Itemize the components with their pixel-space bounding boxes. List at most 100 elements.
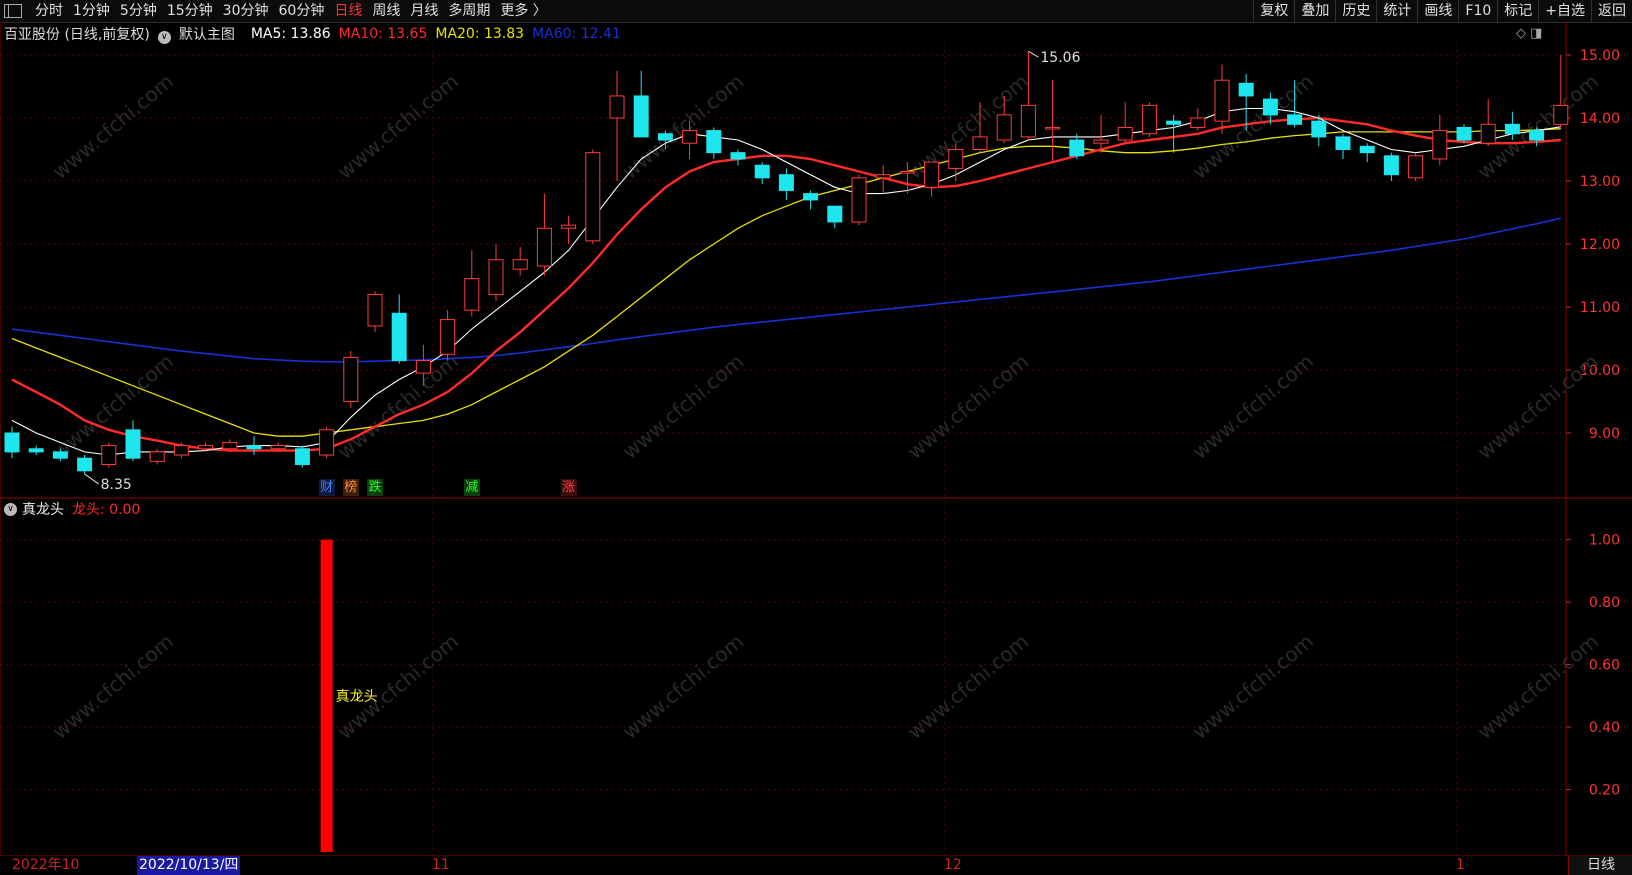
candle-body [101, 445, 117, 466]
candle-body [1504, 123, 1520, 135]
candle-body [1020, 104, 1036, 138]
date-nov: 11 [432, 857, 450, 873]
candle-body [561, 224, 577, 229]
sub-ytick-label: 0.60 [1589, 658, 1620, 674]
event-tag-0[interactable]: 财 [318, 479, 335, 496]
date-cursor: 2022/10/13/四 [137, 856, 241, 875]
watermark: www.cfchi.com [618, 629, 748, 744]
watermark: www.cfchi.com [48, 629, 178, 744]
event-tag-2[interactable]: 跌 [367, 479, 383, 496]
sub-ytick-label: 1.00 [1589, 533, 1620, 549]
candle-body [173, 445, 189, 456]
candle-body [996, 114, 1012, 141]
event-tag-3[interactable]: 减 [463, 479, 480, 496]
date-axis: 2022年10 2022/10/13/四 11 12 1 [0, 856, 1568, 875]
ma10-line [11, 116, 1561, 452]
candle-body [875, 174, 891, 179]
sub-ytick-label: 0.80 [1589, 595, 1620, 611]
main-ytick-label: 14.00 [1580, 111, 1620, 127]
candle-body [924, 161, 940, 188]
candle-body [1311, 120, 1327, 138]
candle-body [391, 312, 407, 362]
high-label: 15.06 [1040, 50, 1080, 66]
watermark: www.cfchi.com [1188, 629, 1318, 744]
watermark: www.cfchi.com [1188, 349, 1318, 464]
candle-body [1190, 117, 1206, 128]
candle-body [1432, 130, 1448, 160]
candle-body [1335, 136, 1351, 150]
candle-body [512, 259, 528, 270]
candle-body [1238, 82, 1254, 97]
candle-body [343, 356, 359, 402]
candle-body [803, 193, 819, 201]
kline-chart[interactable]: 15.0014.0013.0012.0011.0010.009.001.000.… [0, 0, 1632, 875]
candle-body [1262, 98, 1278, 116]
candle-body [294, 448, 310, 465]
candle-body [222, 441, 238, 450]
candle-body [440, 319, 456, 355]
candle-body [851, 177, 867, 223]
candle-body [948, 149, 964, 169]
main-ytick-label: 9.00 [1589, 426, 1620, 442]
ma60-line [11, 217, 1561, 363]
candle-body [28, 448, 44, 453]
candle-body [1045, 126, 1061, 130]
candle-body [585, 152, 601, 242]
candle-body [827, 205, 843, 223]
watermark: www.cfchi.com [333, 69, 463, 184]
period-label[interactable]: 日线 [1568, 856, 1632, 875]
low-label: 8.35 [101, 477, 132, 493]
date-jan: 1 [1456, 857, 1465, 873]
ma5-line [11, 107, 1561, 456]
candle-body [1553, 104, 1569, 125]
main-ytick-label: 13.00 [1580, 174, 1620, 190]
candle-body [754, 164, 770, 179]
candle-body [1141, 104, 1157, 135]
dragon-head-bar [320, 539, 333, 852]
candle-body [52, 451, 68, 459]
candle-body [319, 429, 335, 456]
candle-body [1214, 79, 1230, 122]
candle-body [4, 432, 20, 453]
dragon-head-label: 真龙头 [336, 689, 378, 705]
main-ytick-label: 15.00 [1580, 48, 1620, 64]
candle-body [1480, 123, 1496, 144]
candle-body [270, 445, 286, 450]
candle-body [1408, 155, 1424, 179]
main-ytick-label: 12.00 [1580, 237, 1620, 253]
high-pointer [1028, 50, 1039, 58]
candle-body [125, 429, 141, 459]
event-tag-1[interactable]: 榜 [342, 479, 359, 496]
watermark: www.cfchi.com [48, 69, 178, 184]
candle-body [972, 136, 988, 150]
candle-body [899, 171, 915, 174]
candle-body [367, 293, 383, 327]
candle-body [682, 130, 698, 144]
candle-body [1456, 126, 1472, 141]
watermark: www.cfchi.com [903, 349, 1033, 464]
date-start: 2022年10 [12, 857, 80, 873]
candle-body [1529, 130, 1545, 141]
candle-body [609, 95, 625, 119]
candle-body [77, 457, 93, 472]
candle-body [1359, 145, 1375, 154]
candle-body [1093, 139, 1109, 144]
candle-body [1069, 139, 1085, 157]
watermark: www.cfchi.com [1473, 349, 1603, 464]
date-dec: 12 [944, 857, 962, 873]
candle-body [730, 152, 746, 160]
candle-body [1383, 155, 1399, 176]
candle-body [246, 445, 262, 450]
candle-body [464, 278, 480, 311]
candle-body [657, 133, 673, 141]
candle-body [198, 445, 214, 450]
candle-body [1166, 120, 1182, 125]
low-pointer [84, 473, 99, 485]
candle-body [633, 95, 649, 138]
sub-ytick-label: 0.40 [1589, 720, 1620, 736]
candle-body [706, 130, 722, 154]
event-tag-4[interactable]: 涨 [560, 479, 577, 496]
candle-body [1117, 126, 1133, 141]
watermark: www.cfchi.com [903, 69, 1033, 184]
candle-body [1287, 114, 1303, 125]
